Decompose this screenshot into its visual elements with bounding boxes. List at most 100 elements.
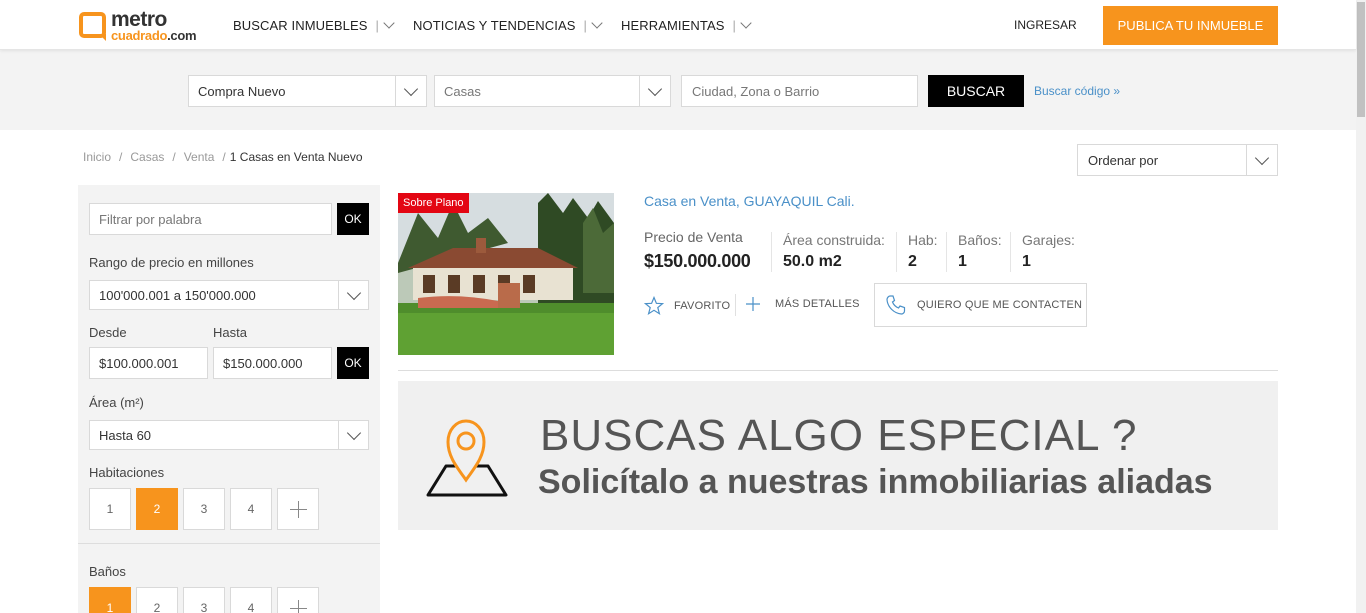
- scrollbar[interactable]: [1356, 0, 1366, 613]
- breadcrumb-item-venta[interactable]: Venta: [184, 150, 215, 164]
- more-details-button[interactable]: MÁS DETALLES: [745, 296, 860, 312]
- banner-title: BUSCAS ALGO ESPECIAL ?: [540, 411, 1138, 460]
- login-link[interactable]: INGRESAR: [1014, 18, 1077, 32]
- listing-photo[interactable]: [398, 193, 614, 355]
- nav-noticias[interactable]: NOTICIAS Y TENDENCIAS |: [413, 16, 603, 33]
- price-ok-button[interactable]: OK: [337, 347, 369, 379]
- rooms-option-2[interactable]: 2: [136, 488, 178, 530]
- contact-me-label: QUIERO QUE ME CONTACTEN: [917, 299, 1083, 311]
- chevron-down-icon: [395, 76, 426, 106]
- rooms-option-4[interactable]: 4: [230, 488, 272, 530]
- price-to-label: Hasta: [213, 325, 247, 340]
- logo-text-bottom: cuadrado: [111, 27, 168, 43]
- price-label: Precio de Venta: [644, 229, 743, 245]
- stat-garages-value: 1: [1022, 253, 1031, 270]
- keyword-filter-input[interactable]: Filtrar por palabra: [89, 203, 332, 235]
- price-value: $150.000.000: [644, 251, 751, 271]
- price-range-label: Rango de precio en millones: [89, 255, 254, 270]
- publish-button[interactable]: PUBLICA TU INMUEBLE: [1103, 6, 1278, 45]
- chevron-down-icon: [383, 16, 395, 29]
- chevron-down-icon: [1246, 145, 1277, 175]
- favorite-button[interactable]: FAVORITO: [644, 296, 730, 316]
- scrollbar-thumb[interactable]: [1357, 2, 1365, 117]
- price-range-select[interactable]: 100'000.001 a 150'000.000: [89, 280, 369, 310]
- phone-icon: [886, 295, 906, 315]
- operation-select[interactable]: Compra Nuevo: [188, 75, 427, 107]
- search-code-link[interactable]: Buscar código »: [1034, 84, 1120, 98]
- nav-label: HERRAMIENTAS: [620, 17, 725, 33]
- filters-sidebar: Filtrar por palabra OK Rango de precio e…: [78, 185, 380, 613]
- stat-rooms-value: 2: [908, 253, 917, 270]
- search-bar: Compra Nuevo Casas Ciudad, Zona o Barrio…: [0, 50, 1356, 130]
- listing-badge: Sobre Plano: [398, 193, 469, 213]
- rooms-option-3[interactable]: 3: [183, 488, 225, 530]
- property-type-value: Casas: [444, 83, 481, 99]
- listing-title[interactable]: Casa en Venta, GUAYAQUIL Cali.: [644, 193, 855, 209]
- top-header: metro cuadrado.com BUSCAR INMUEBLES | NO…: [0, 0, 1356, 50]
- property-type-select[interactable]: Casas: [434, 75, 671, 107]
- baths-more-plus-icon[interactable]: [277, 587, 319, 613]
- stat-baths-value: 1: [958, 253, 967, 270]
- favorite-label: FAVORITO: [674, 300, 731, 312]
- house-photo-image: [398, 193, 614, 355]
- rooms-options: 1 2 3 4: [89, 488, 324, 530]
- price-range-value: 100'000.001 a 150'000.000: [99, 287, 256, 303]
- star-icon: [644, 296, 664, 316]
- breadcrumb-item-casas[interactable]: Casas: [130, 150, 164, 164]
- banner-subtitle: Solicítalo a nuestras inmobiliarias alia…: [538, 463, 1213, 501]
- nav-label: NOTICIAS Y TENDENCIAS: [413, 17, 576, 33]
- stat-area-label: Área construida:: [783, 232, 885, 248]
- more-details-label: MÁS DETALLES: [775, 298, 860, 310]
- nav-herramientas[interactable]: HERRAMIENTAS |: [620, 16, 752, 33]
- nav-label: BUSCAR INMUEBLES: [233, 17, 368, 33]
- search-button[interactable]: BUSCAR: [928, 75, 1024, 107]
- baths-option-2[interactable]: 2: [136, 587, 178, 613]
- rooms-option-1[interactable]: 1: [89, 488, 131, 530]
- area-select-value: Hasta 60: [99, 427, 152, 443]
- special-request-banner[interactable]: BUSCAS ALGO ESPECIAL ? Solicítalo a nues…: [398, 381, 1278, 530]
- breadcrumb-item-inicio[interactable]: Inicio: [83, 150, 111, 164]
- logo-text-domain: .com: [167, 27, 197, 43]
- keyword-ok-button[interactable]: OK: [337, 203, 369, 235]
- location-input[interactable]: Ciudad, Zona o Barrio: [681, 75, 918, 107]
- contact-me-button[interactable]: QUIERO QUE ME CONTACTEN: [874, 283, 1087, 327]
- chevron-down-icon: [338, 421, 368, 449]
- stat-garages: Garajes: 1: [1010, 232, 1075, 272]
- divider: [735, 294, 736, 316]
- stat-baths: Baños: 1: [946, 232, 1002, 272]
- plus-icon: [746, 297, 760, 311]
- baths-option-1[interactable]: 1: [89, 587, 131, 613]
- price-from-value: $100.000.001: [99, 355, 179, 371]
- logo-text-top: metro: [111, 7, 167, 31]
- price-to-value: $150.000.000: [223, 355, 303, 371]
- area-label: Área (m²): [89, 395, 144, 410]
- baths-option-3[interactable]: 3: [183, 587, 225, 613]
- chevron-down-icon: [740, 16, 752, 29]
- baths-options: 1 2 3 4: [89, 587, 324, 613]
- sort-select[interactable]: Ordenar por: [1077, 144, 1278, 176]
- chevron-down-icon: [338, 281, 368, 309]
- price-to-input[interactable]: $150.000.000: [213, 347, 332, 379]
- map-pin-icon: [426, 419, 508, 497]
- price-from-label: Desde: [89, 325, 127, 340]
- divider: [398, 370, 1278, 371]
- sort-select-label: Ordenar por: [1088, 152, 1159, 168]
- divider: [78, 543, 380, 544]
- stat-area-value: 50.0 m2: [783, 253, 842, 270]
- price-from-input[interactable]: $100.000.001: [89, 347, 208, 379]
- location-placeholder: Ciudad, Zona o Barrio: [692, 83, 820, 99]
- main-nav: BUSCAR INMUEBLES | NOTICIAS Y TENDENCIAS…: [233, 0, 770, 50]
- stat-area: Área construida: 50.0 m2: [771, 232, 885, 272]
- rooms-label: Habitaciones: [89, 465, 165, 480]
- site-logo[interactable]: metro cuadrado.com: [79, 7, 197, 43]
- chevron-down-icon: [639, 76, 670, 106]
- baths-label: Baños: [89, 564, 126, 579]
- stat-rooms: Hab: 2: [896, 232, 938, 272]
- operation-select-value: Compra Nuevo: [198, 83, 286, 99]
- breadcrumb-current: 1 Casas en Venta Nuevo: [229, 150, 363, 164]
- area-select[interactable]: Hasta 60: [89, 420, 369, 450]
- rooms-more-plus-icon[interactable]: [277, 488, 319, 530]
- baths-option-4[interactable]: 4: [230, 587, 272, 613]
- nav-buscar-inmuebles[interactable]: BUSCAR INMUEBLES |: [233, 16, 395, 33]
- stat-baths-label: Baños:: [958, 232, 1002, 248]
